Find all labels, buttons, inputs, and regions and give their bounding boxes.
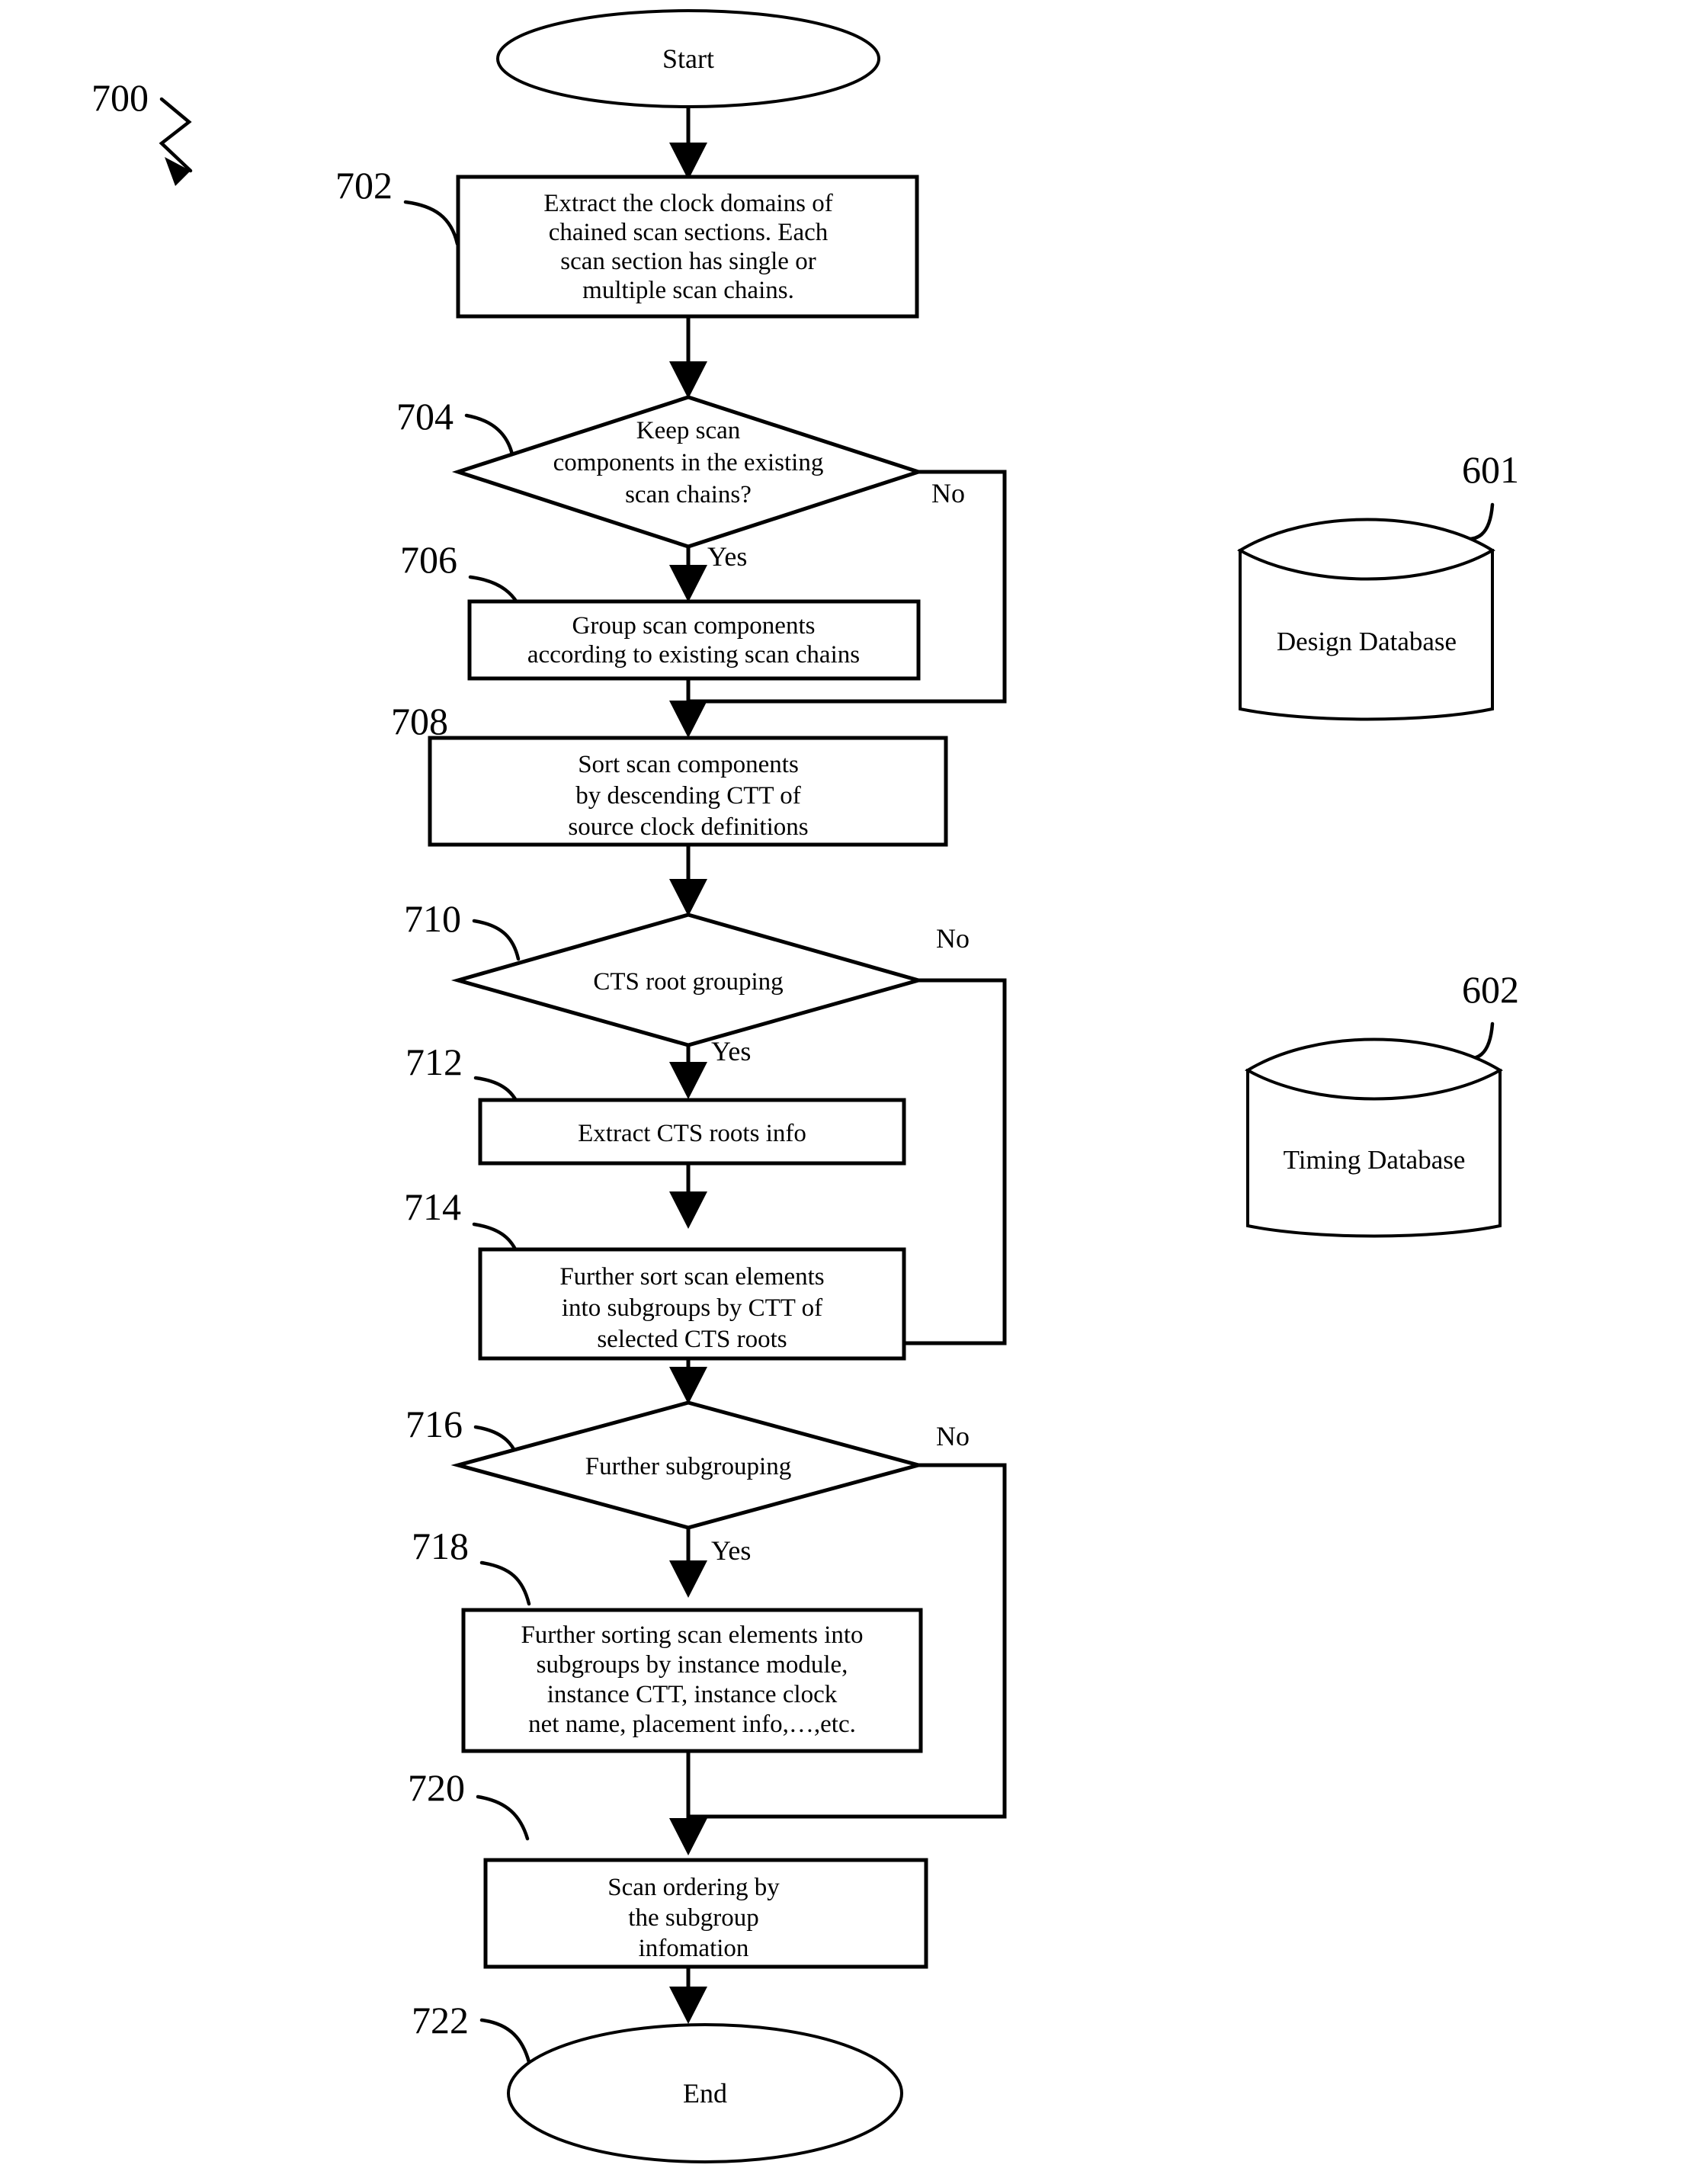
node-710-ref-label: 710 xyxy=(404,897,461,940)
node-704-line-2: components in the existing xyxy=(553,449,824,476)
flowchart-canvas: 700 Start 702 Extract the clock domains … xyxy=(91,9,1519,2163)
patent-figure-700: 700 Start 702 Extract the clock domains … xyxy=(0,0,1686,2184)
node-708-line-1: Sort scan components xyxy=(578,751,799,778)
node-706-line-1: Group scan components xyxy=(572,612,816,640)
node-710-ref-leader xyxy=(472,919,521,961)
node-716-no-label: No xyxy=(936,1421,970,1451)
node-712-ref-label: 712 xyxy=(405,1041,463,1083)
node-712-line-1: Extract CTS roots info xyxy=(578,1120,806,1147)
node-702-line-2: chained scan sections. Each xyxy=(549,219,829,246)
node-704-ref-label: 704 xyxy=(396,395,454,438)
node-708-line-2: by descending CTT of xyxy=(575,782,800,810)
node-714-line-2: into subgroups by CTT of xyxy=(562,1294,822,1322)
node-722-ref-label: 722 xyxy=(412,1999,469,2041)
database-601-ref-label: 601 xyxy=(1462,448,1519,491)
database-602-ref-label: 602 xyxy=(1462,968,1519,1011)
node-710-line-1: CTS root grouping xyxy=(593,968,783,996)
node-718-line-4: net name, placement info,…,etc. xyxy=(528,1711,856,1738)
arrowhead-712-to-714 xyxy=(669,1191,707,1229)
node-714-ref-label: 714 xyxy=(404,1185,461,1228)
node-706-line-2: according to existing scan chains xyxy=(527,641,860,669)
node-708-line-3: source clock definitions xyxy=(568,813,808,841)
node-720-ref-leader xyxy=(476,1794,530,1841)
node-718-line-1: Further sorting scan elements into xyxy=(521,1621,863,1649)
arrowhead-716-to-718 xyxy=(669,1560,707,1598)
node-704-no-label: No xyxy=(931,478,965,508)
arrowhead-start-to-702 xyxy=(669,143,707,180)
node-704-ref-leader xyxy=(464,413,514,457)
figure-ref-700-label: 700 xyxy=(91,76,149,119)
node-720-ref-label: 720 xyxy=(408,1766,465,1809)
database-601-label: Design Database xyxy=(1277,627,1457,656)
arrowhead-718-to-720 xyxy=(669,1818,707,1855)
node-716-ref-label: 716 xyxy=(405,1403,463,1445)
arrowhead-714-to-716 xyxy=(669,1367,707,1404)
node-722-ref-leader xyxy=(479,2018,531,2064)
node-704-yes-label: Yes xyxy=(707,541,747,572)
arrowhead-720-to-end xyxy=(669,1987,707,2024)
node-718-ref-leader xyxy=(479,1560,531,1606)
arrowhead-704-to-706 xyxy=(669,565,707,602)
node-720-line-2: the subgroup xyxy=(628,1904,758,1932)
node-710-no-label: No xyxy=(936,923,970,954)
node-702-ref-leader xyxy=(403,200,460,246)
arrowhead-706-to-708 xyxy=(669,701,707,738)
node-702-ref-label: 702 xyxy=(335,164,393,207)
arrowhead-702-to-704 xyxy=(669,361,707,399)
arrowhead-708-to-710 xyxy=(669,879,707,916)
arrowhead-710-to-712 xyxy=(669,1062,707,1099)
node-718-line-2: subgroups by instance module, xyxy=(537,1651,848,1679)
node-706-ref-label: 706 xyxy=(400,538,457,581)
node-714-line-1: Further sort scan elements xyxy=(559,1263,824,1291)
start-terminator-label: Start xyxy=(662,43,714,74)
node-716-line-1: Further subgrouping xyxy=(585,1453,791,1480)
node-720-line-1: Scan ordering by xyxy=(607,1874,780,1901)
node-718-line-3: instance CTT, instance clock xyxy=(547,1681,838,1708)
node-704-line-1: Keep scan xyxy=(636,417,741,444)
node-702-line-4: multiple scan chains. xyxy=(582,277,794,304)
node-714-line-3: selected CTS roots xyxy=(597,1326,787,1353)
node-720-line-3: infomation xyxy=(639,1935,749,1962)
figure-ref-700-arrowhead xyxy=(165,157,191,186)
node-710-yes-label: Yes xyxy=(711,1036,751,1066)
node-704-line-3: scan chains? xyxy=(625,481,752,508)
node-718-ref-label: 718 xyxy=(412,1525,469,1567)
node-702-line-1: Extract the clock domains of xyxy=(543,190,832,217)
database-602-label: Timing Database xyxy=(1284,1145,1466,1175)
end-terminator-label: End xyxy=(683,2078,727,2109)
node-716-yes-label: Yes xyxy=(711,1535,751,1566)
node-702-line-3: scan section has single or xyxy=(560,248,816,275)
